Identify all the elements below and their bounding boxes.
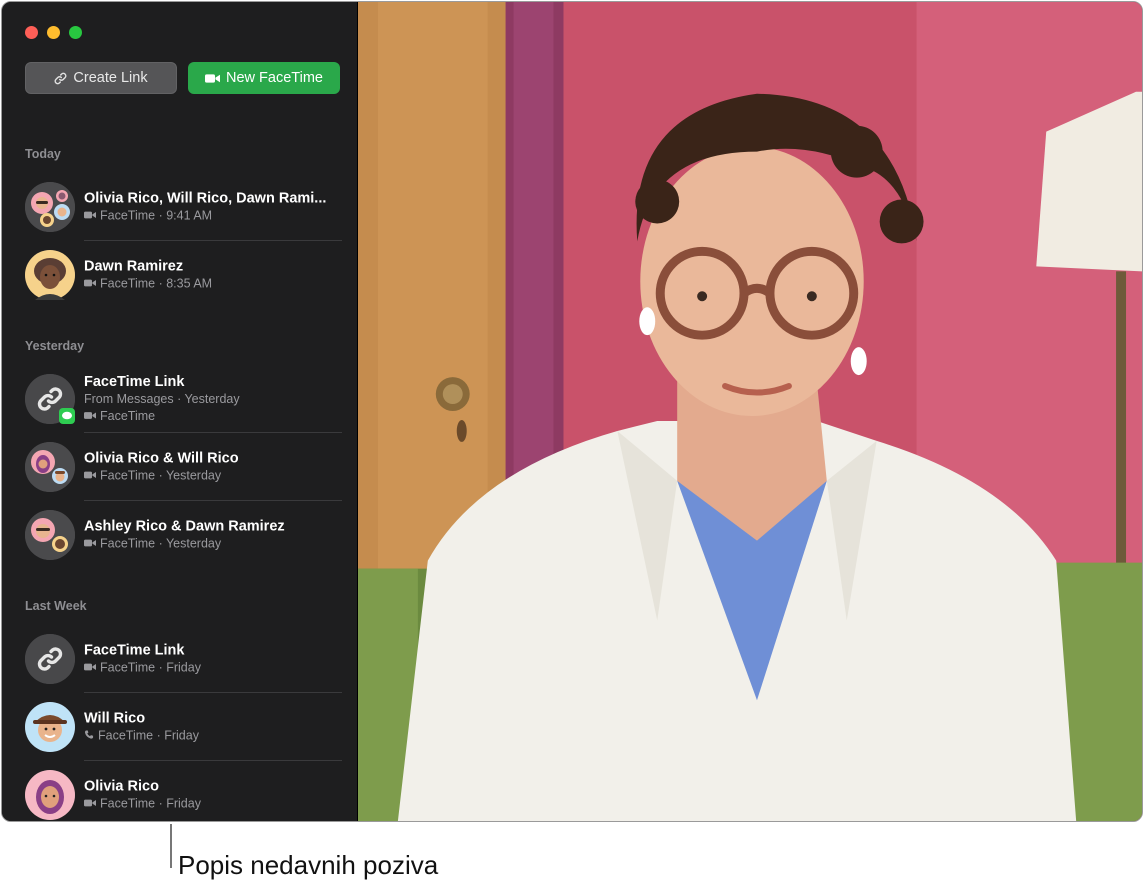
facetime-window: Create Link New FaceTime Today Olivia Ri… [1,1,1143,822]
call-title: Olivia Rico, Will Rico, Dawn Rami... [84,190,327,207]
dawn-ramirez-avatar [25,250,75,300]
section-last-week: Last Week [25,599,87,613]
sidebar: Create Link New FaceTime Today Olivia Ri… [2,2,358,821]
call-title: FaceTime Link [84,642,185,659]
call-subtitle-2: FaceTime [100,409,156,423]
new-facetime-button[interactable]: New FaceTime [188,62,340,94]
callout-line [170,824,172,868]
group-avatar [25,510,75,560]
call-row-olivia-rico[interactable]: Olivia Rico FaceTime · Friday [25,761,342,821]
link-avatar [25,634,75,684]
phone-icon [84,728,94,745]
group-avatar [25,182,75,232]
call-row-facetime-link-friday[interactable]: FaceTime Link FaceTime · Friday [25,625,342,693]
new-facetime-label: New FaceTime [226,70,323,86]
olivia-rico-avatar [25,770,75,820]
call-title: Olivia Rico & Will Rico [84,450,239,467]
group-avatar [25,442,75,492]
zoom-window-button[interactable] [69,26,82,39]
video-icon [84,276,96,293]
callout-label: Popis nedavnih poziva [178,850,439,880]
call-title: Dawn Ramirez [84,258,184,275]
video-icon [84,536,96,553]
call-row-will-rico[interactable]: Will Rico FaceTime · Friday [25,693,342,761]
will-rico-avatar [25,702,75,752]
caller-video-image [358,2,1142,821]
create-link-button[interactable]: Create Link [25,62,177,94]
call-row-olivia-will[interactable]: Olivia Rico & Will Rico FaceTime · Yeste… [25,433,342,501]
window-controls [25,26,82,39]
link-icon [54,72,67,85]
create-link-label: Create Link [73,70,148,86]
call-title: Olivia Rico [84,778,159,795]
minimize-window-button[interactable] [47,26,60,39]
video-icon [84,468,96,485]
call-row-olivia-will-dawn[interactable]: Olivia Rico, Will Rico, Dawn Rami... Fac… [25,173,342,241]
call-subtitle: FaceTime · Friday [100,660,201,675]
call-subtitle: FaceTime · Yesterday [100,468,222,483]
call-title: Will Rico [84,710,146,727]
video-icon [84,660,96,677]
call-subtitle: FaceTime · 9:41 AM [100,208,213,223]
call-row-facetime-link[interactable]: FaceTime Link From Messages · Yesterday … [25,365,342,433]
link-avatar [25,374,75,424]
call-row-ashley-dawn[interactable]: Ashley Rico & Dawn Ramirez FaceTime · Ye… [25,501,342,569]
video-icon [84,208,96,225]
call-subtitle: From Messages · Yesterday [84,392,240,406]
section-today: Today [25,147,61,161]
call-subtitle: FaceTime · Friday [98,728,199,743]
call-subtitle: FaceTime · Yesterday [100,536,222,551]
call-title: FaceTime Link [84,374,185,390]
call-row-dawn-ramirez[interactable]: Dawn Ramirez FaceTime · 8:35 AM [25,241,342,309]
video-camera-icon [205,73,221,84]
close-window-button[interactable] [25,26,38,39]
video-icon [84,796,96,813]
section-yesterday: Yesterday [25,339,85,353]
call-subtitle: FaceTime · Friday [100,796,201,811]
video-icon [84,408,96,425]
call-title: Ashley Rico & Dawn Ramirez [84,518,285,535]
call-subtitle: FaceTime · 8:35 AM [100,276,213,291]
video-feed[interactable] [358,2,1142,821]
